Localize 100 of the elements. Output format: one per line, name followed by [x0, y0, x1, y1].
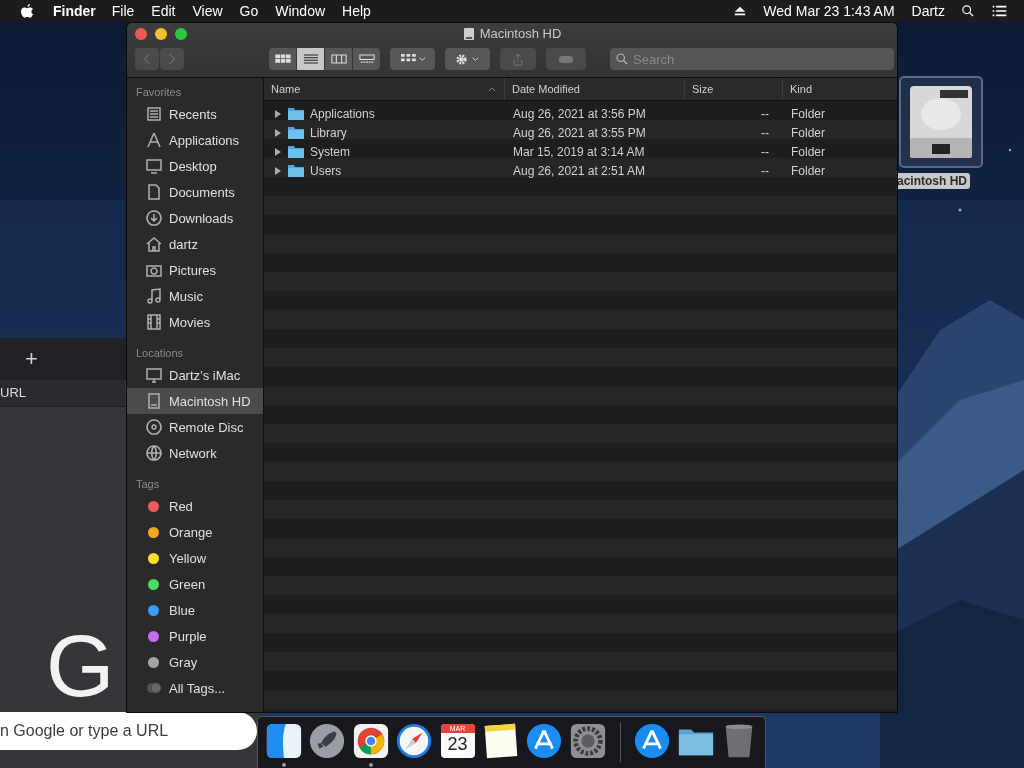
minimize-button[interactable] [155, 28, 167, 40]
date-cell: Aug 26, 2021 at 2:51 AM [513, 163, 646, 178]
menu-item[interactable]: View [192, 3, 223, 19]
gear-icon[interactable] [568, 722, 607, 760]
date-cell: Aug 26, 2021 at 3:55 PM [513, 125, 646, 140]
view-mode-icon [302, 53, 319, 65]
hard-drive-icon [462, 26, 475, 41]
menu-user[interactable]: Dartz [911, 3, 945, 19]
document-icon [145, 183, 163, 201]
sidebar-item[interactable]: Orange [127, 519, 263, 545]
date-cell: Aug 26, 2021 at 3:56 PM [513, 106, 646, 121]
column-header[interactable]: Date Modified [505, 78, 685, 100]
kind-cell: Folder [791, 106, 825, 121]
gallery-view-icon[interactable] [353, 48, 380, 70]
folder-icon [288, 164, 304, 177]
compass-icon[interactable] [395, 722, 434, 760]
menu-clock[interactable]: Wed Mar 23 1:43 AM [763, 3, 895, 19]
sidebar-heading: Locations [135, 346, 185, 361]
columns-view-icon[interactable] [325, 48, 352, 70]
close-button[interactable] [135, 28, 147, 40]
view-mode-icon [274, 53, 291, 65]
search-field[interactable]: n Google or type a URL [0, 712, 257, 750]
menu-item[interactable]: File [111, 3, 135, 19]
size-cell: -- [761, 144, 769, 159]
folder-icon [288, 107, 304, 120]
sidebar-item[interactable]: Music [127, 283, 263, 309]
search-icon[interactable] [962, 5, 974, 17]
logo-text: G [46, 622, 113, 710]
view-mode-icon [358, 53, 375, 65]
sidebar-item[interactable]: Remote Disc [127, 414, 263, 440]
document-stack-icon [145, 105, 163, 123]
sidebar-item[interactable]: Movies [127, 309, 263, 335]
desktop-icon-label[interactable]: acintosh HD [897, 173, 970, 189]
sidebar-item[interactable]: Yellow [127, 545, 263, 571]
file-name[interactable]: Applications [310, 106, 375, 121]
disclosure-triangle-icon[interactable] [274, 147, 282, 156]
view-mode-icon [330, 53, 347, 65]
app-store-icon[interactable] [633, 722, 672, 760]
app-store-a-icon [145, 131, 163, 149]
sidebar-item[interactable]: dartz [127, 231, 263, 257]
action-button[interactable] [445, 48, 490, 70]
hard-drive-icon [145, 392, 163, 410]
kind-cell: Folder [791, 163, 825, 178]
disclosure-triangle-icon[interactable] [274, 166, 282, 175]
menu-item[interactable]: Help [342, 3, 371, 19]
icon-view-icon[interactable] [269, 48, 296, 70]
sidebar-item[interactable]: Purple [127, 623, 263, 649]
menu-item[interactable]: Edit [151, 3, 176, 19]
zoom-button[interactable] [175, 28, 187, 40]
sidebar-item[interactable]: Dartz’s iMac [127, 362, 263, 388]
finder-icon[interactable] [264, 722, 303, 760]
sidebar-item[interactable]: Recents [127, 101, 263, 127]
sidebar-item[interactable]: All Tags... [127, 675, 263, 701]
sidebar-item[interactable]: Network [127, 440, 263, 466]
folder-icon [288, 126, 304, 139]
apple-logo-icon[interactable] [20, 3, 34, 19]
column-header[interactable]: Size [685, 78, 783, 100]
kind-cell: Folder [791, 144, 825, 159]
share-icon [512, 52, 524, 66]
menu-item[interactable]: Go [239, 3, 259, 19]
sidebar-item[interactable]: Downloads [127, 205, 263, 231]
tag-icon [558, 54, 574, 64]
sidebar-item[interactable]: Documents [127, 179, 263, 205]
chevron-left-icon [143, 53, 151, 65]
sidebar-item[interactable]: Macintosh HD [127, 388, 263, 414]
menu-app-name[interactable]: Finder [53, 3, 96, 19]
disclosure-triangle-icon[interactable] [274, 128, 282, 137]
sidebar-item[interactable]: Green [127, 571, 263, 597]
monitor-icon [145, 366, 163, 384]
rocket-icon[interactable] [308, 722, 347, 760]
file-name[interactable]: Library [310, 125, 347, 140]
notepad-icon[interactable] [482, 722, 520, 760]
monitor-icon [145, 157, 163, 175]
sidebar-item[interactable]: Applications [127, 127, 263, 153]
sidebar-heading: Tags [135, 477, 161, 492]
sidebar-item[interactable]: Pictures [127, 257, 263, 283]
file-name[interactable]: System [310, 144, 350, 159]
disclosure-triangle-icon[interactable] [274, 109, 282, 118]
app-store-icon[interactable] [525, 722, 564, 760]
size-cell: -- [761, 125, 769, 140]
sidebar-item[interactable]: Blue [127, 597, 263, 623]
column-header[interactable]: Kind [783, 78, 897, 100]
chevron-right-icon [168, 53, 176, 65]
group-by-button[interactable] [390, 48, 435, 70]
eject-icon[interactable] [734, 5, 747, 17]
music-note-icon [145, 287, 163, 305]
file-name[interactable]: Users [310, 163, 342, 178]
menu-item[interactable]: Window [275, 3, 326, 19]
list-view-icon[interactable] [297, 48, 324, 70]
sidebar-item[interactable]: Gray [127, 649, 263, 675]
size-cell: -- [761, 106, 769, 121]
hard-drive-icon[interactable] [899, 76, 983, 168]
sidebar-item[interactable]: Desktop [127, 153, 263, 179]
list-icon[interactable] [991, 5, 1008, 17]
tags-icon [145, 679, 163, 697]
column-header[interactable]: Name [264, 78, 505, 100]
new-tab-button[interactable]: + [25, 346, 38, 372]
sidebar-item[interactable]: Red [127, 493, 263, 519]
address-bar[interactable]: URL [0, 380, 125, 407]
chrome-icon[interactable] [351, 722, 390, 760]
